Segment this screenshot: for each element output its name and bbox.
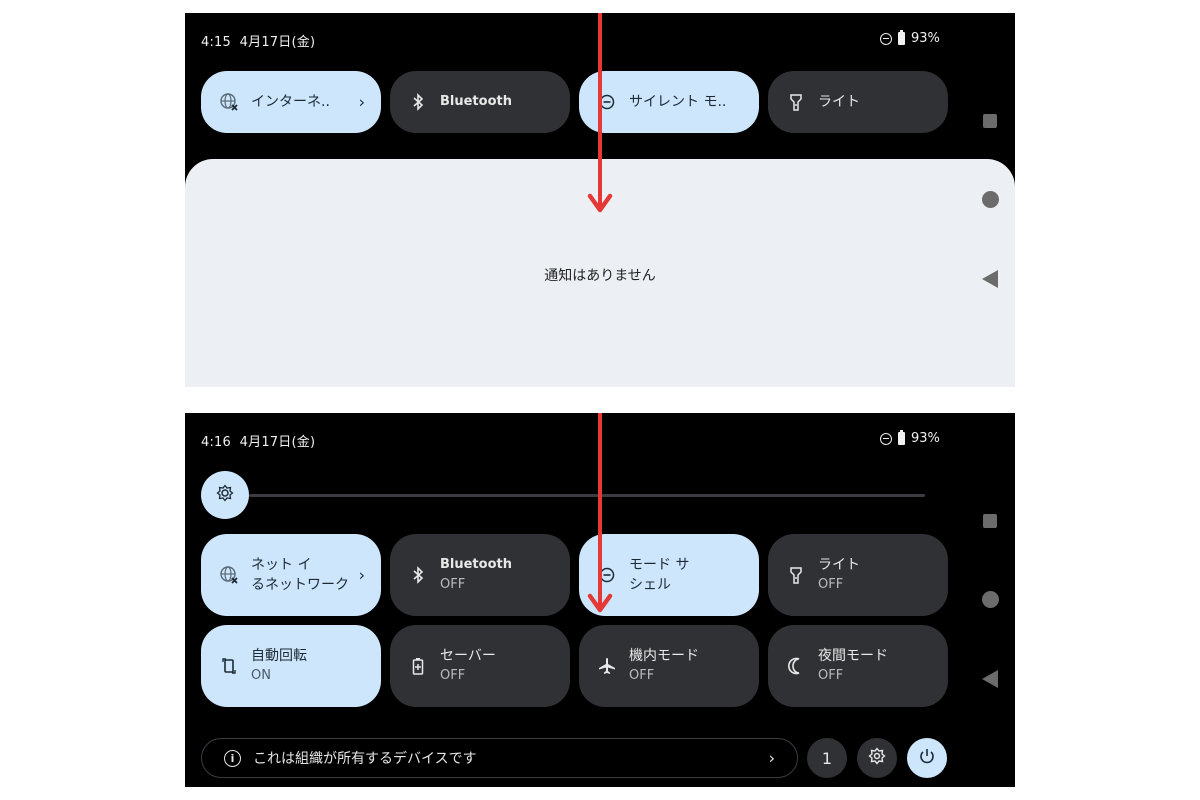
- tile-sublabel: るネットワーク: [251, 577, 349, 593]
- tile-sublabel: OFF: [818, 668, 844, 683]
- tile-flashlight-label: ライト: [818, 94, 860, 110]
- tile-sublabel: OFF: [440, 577, 466, 592]
- battery-saver-icon: [408, 656, 428, 676]
- flashlight-icon: [786, 565, 806, 585]
- dnd-status-icon: [880, 32, 892, 45]
- airplane-icon: [597, 656, 617, 676]
- quick-settings-screen-collapsed: 4:15 4月17日(金) 93% インターネ.. › Bluetooth サイ…: [185, 13, 1015, 387]
- battery-percent: 93%: [911, 431, 940, 446]
- tile-internet-label: インターネ..: [251, 94, 330, 110]
- tile-flashlight[interactable]: ライト: [768, 71, 948, 133]
- tile-label: ライト: [818, 557, 860, 573]
- battery-icon: [898, 30, 905, 45]
- tile-label: モード サ: [629, 557, 690, 573]
- status-bar-time-date: 4:16 4月17日(金): [201, 435, 316, 450]
- bluetooth-icon: [408, 565, 428, 585]
- chevron-right-icon[interactable]: ›: [359, 93, 365, 112]
- managed-device-banner[interactable]: i これは組織が所有するデバイスです ›: [201, 738, 798, 778]
- tile-flashlight[interactable]: ライト OFF: [768, 534, 948, 616]
- tile-bluetooth[interactable]: Bluetooth: [390, 71, 570, 133]
- tile-label: 自動回転: [251, 648, 307, 664]
- back-button[interactable]: [982, 670, 998, 688]
- battery-icon: [898, 430, 905, 445]
- recents-button[interactable]: [983, 114, 997, 128]
- info-icon: i: [224, 749, 241, 767]
- home-button[interactable]: [982, 191, 999, 208]
- globe-offline-icon: [219, 565, 239, 585]
- no-notifications-text: 通知はありません: [544, 268, 656, 284]
- tile-label: 機内モード: [629, 648, 699, 664]
- brightness-slider-knob[interactable]: [201, 471, 249, 519]
- tile-auto-rotate[interactable]: 自動回転 ON: [201, 625, 381, 707]
- settings-button[interactable]: [857, 738, 897, 778]
- tile-label: 夜間モード: [818, 648, 888, 664]
- recents-button[interactable]: [983, 514, 997, 528]
- user-switcher-button[interactable]: 1: [807, 738, 847, 778]
- chevron-right-icon[interactable]: ›: [359, 566, 365, 585]
- tile-sublabel: シェル: [629, 577, 671, 593]
- globe-offline-icon: [219, 92, 239, 112]
- chevron-right-icon: ›: [768, 748, 775, 768]
- tile-label: Bluetooth: [440, 557, 512, 572]
- tile-sublabel: OFF: [629, 668, 655, 683]
- tile-sublabel: ON: [251, 668, 271, 683]
- moon-icon: [786, 656, 806, 676]
- gear-icon: [868, 747, 886, 769]
- bluetooth-icon: [408, 92, 428, 112]
- tile-battery-saver[interactable]: セーバー OFF: [390, 625, 570, 707]
- flashlight-icon: [786, 92, 806, 112]
- power-button[interactable]: [907, 738, 947, 778]
- brightness-icon: [216, 484, 234, 506]
- tile-internet[interactable]: インターネ.. ›: [201, 71, 381, 133]
- swipe-down-arrow: [587, 13, 613, 213]
- status-bar-time-date: 4:15 4月17日(金): [201, 35, 316, 50]
- battery-percent: 93%: [911, 31, 940, 46]
- notification-count: 1: [821, 748, 833, 768]
- tile-silent-label: サイレント モ..: [629, 94, 727, 110]
- managed-device-text: これは組織が所有するデバイスです: [253, 751, 477, 767]
- home-button[interactable]: [982, 591, 999, 608]
- tile-sublabel: OFF: [818, 577, 844, 592]
- tile-bluetooth[interactable]: Bluetooth OFF: [390, 534, 570, 616]
- tile-internet[interactable]: ネット イるネットワーク ›: [201, 534, 381, 616]
- tile-airplane-mode[interactable]: 機内モード OFF: [579, 625, 759, 707]
- quick-settings-screen-expanded: 4:16 4月17日(金) 93% ネット イるネットワーク › Bluetoo…: [185, 413, 1015, 787]
- tile-sublabel: OFF: [440, 668, 466, 683]
- rotate-icon: [219, 656, 239, 676]
- swipe-down-arrow: [587, 413, 613, 613]
- power-icon: [918, 747, 936, 769]
- tile-bluetooth-label: Bluetooth: [440, 94, 512, 109]
- tile-label: セーバー: [440, 648, 496, 664]
- status-bar-right: 93%: [880, 430, 940, 446]
- tile-label: ネット イ: [251, 557, 312, 573]
- tile-night-mode[interactable]: 夜間モード OFF: [768, 625, 948, 707]
- back-button[interactable]: [982, 270, 998, 288]
- status-bar-right: 93%: [880, 30, 940, 46]
- dnd-status-icon: [880, 432, 892, 445]
